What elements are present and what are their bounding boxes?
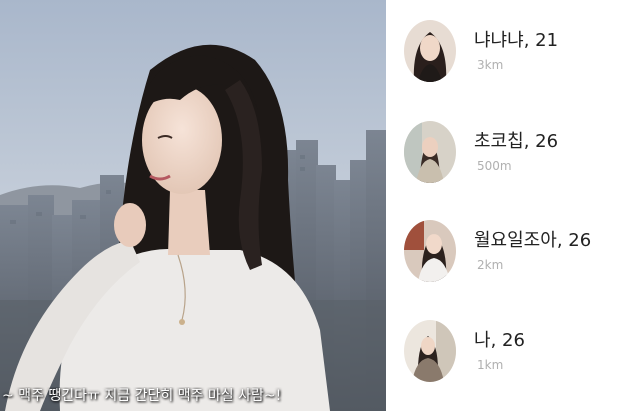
- profile-age: 21: [535, 30, 559, 51]
- profile-age: 26: [502, 330, 525, 351]
- profile-name: 월요일조아: [474, 230, 557, 251]
- caption-text: ~ 맥주 땡긴다ㅠ 지금 간단히 맥주 마실 사람~!: [2, 388, 282, 404]
- profile-distance: 500m: [477, 159, 512, 173]
- profile-age: 26: [568, 230, 592, 251]
- nearby-profile-list: 냐냐냐, 21 3km 초코칩, 26 500m 월요일조아, 26 2km 나…: [386, 0, 617, 411]
- avatar[interactable]: [404, 121, 456, 183]
- photo-image: [0, 0, 386, 411]
- avatar[interactable]: [404, 20, 456, 82]
- profile-name: 초코칩: [474, 131, 524, 152]
- avatar[interactable]: [404, 320, 456, 382]
- profile-name-age: 냐냐냐, 21: [474, 30, 559, 51]
- profile-name-age: 초코칩, 26: [474, 131, 559, 152]
- profile-name-age: 월요일조아, 26: [474, 230, 592, 251]
- main-photo[interactable]: ~ 맥주 땡긴다ㅠ 지금 간단히 맥주 마실 사람~!: [0, 0, 386, 411]
- avatar[interactable]: [404, 220, 456, 282]
- profile-distance: 2km: [477, 258, 504, 272]
- profile-item[interactable]: 초코칩, 26 500m: [404, 121, 614, 191]
- profile-item[interactable]: 나, 26 1km: [404, 320, 614, 390]
- profile-name-age: 나, 26: [474, 330, 525, 351]
- profile-name: 냐냐냐: [474, 30, 524, 51]
- profile-item[interactable]: 냐냐냐, 21 3km: [404, 20, 614, 90]
- profile-distance: 3km: [477, 58, 504, 72]
- profile-name: 나: [474, 330, 491, 351]
- profile-age: 26: [535, 131, 559, 152]
- profile-item[interactable]: 월요일조아, 26 2km: [404, 220, 614, 290]
- profile-distance: 1km: [477, 358, 504, 372]
